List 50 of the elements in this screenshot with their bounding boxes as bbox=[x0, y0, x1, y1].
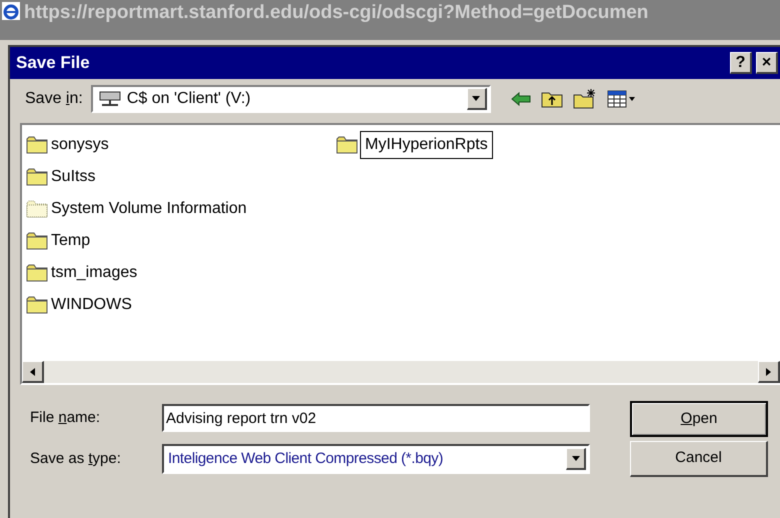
file-item[interactable]: sonysys bbox=[26, 129, 316, 161]
save-in-value: C$ on 'Client' (V:) bbox=[126, 89, 251, 109]
save-in-dropdown[interactable]: C$ on 'Client' (V:) bbox=[90, 85, 491, 113]
save-as-type-dropdown[interactable]: Inteligence Web Client Compressed (*.bqy) bbox=[162, 444, 590, 474]
up-folder-icon[interactable] bbox=[540, 90, 563, 108]
right-arrow-icon bbox=[766, 368, 771, 376]
file-name-label: File name: bbox=[30, 408, 100, 426]
dropdown-button[interactable] bbox=[466, 88, 487, 110]
file-name: sonysys bbox=[50, 135, 110, 155]
file-name: System Volume Information bbox=[50, 199, 248, 219]
file-item[interactable]: System Volume Information bbox=[26, 193, 316, 225]
save-in-label: Save in: bbox=[25, 89, 83, 109]
folder-icon bbox=[26, 136, 48, 154]
file-name: SuItss bbox=[50, 167, 96, 187]
browser-icon bbox=[2, 2, 20, 20]
dropdown-button[interactable] bbox=[566, 448, 586, 470]
file-item[interactable]: tsm_images bbox=[26, 257, 316, 289]
file-name: tsm_images bbox=[50, 263, 138, 283]
file-item[interactable]: SuItss bbox=[26, 161, 316, 193]
file-item[interactable]: WINDOWS bbox=[26, 289, 316, 321]
network-drive-icon bbox=[98, 90, 121, 108]
file-name: WINDOWS bbox=[50, 295, 133, 315]
save-as-type-value: Inteligence Web Client Compressed (*.bqy) bbox=[168, 448, 444, 469]
horizontal-scrollbar[interactable] bbox=[22, 361, 780, 383]
folder-icon bbox=[26, 232, 48, 250]
file-name-field[interactable]: Advising report trn v02 bbox=[162, 404, 590, 432]
view-menu-icon[interactable] bbox=[606, 90, 635, 108]
dialog-title: Save File bbox=[16, 52, 90, 74]
folder-icon bbox=[26, 296, 48, 314]
help-button[interactable]: ? bbox=[730, 52, 752, 74]
folder-icon bbox=[26, 168, 48, 186]
folder-icon bbox=[26, 200, 48, 218]
save-as-type-label: Save as type: bbox=[30, 450, 121, 467]
scroll-right-button[interactable] bbox=[758, 361, 780, 383]
folder-icon bbox=[336, 136, 358, 154]
cancel-button[interactable]: Cancel bbox=[630, 441, 768, 477]
scroll-left-button[interactable] bbox=[22, 361, 44, 383]
file-item[interactable]: MyIHyperionRpts bbox=[336, 129, 493, 161]
caret-icon bbox=[572, 456, 580, 461]
window-title: https://reportmart.stanford.edu/ods-cgi/odscgi?Method=getDocumen bbox=[24, 2, 648, 24]
close-button[interactable]: × bbox=[756, 52, 778, 74]
folder-icon bbox=[26, 264, 48, 282]
file-item[interactable]: Temp bbox=[26, 225, 316, 257]
open-button[interactable]: Open bbox=[630, 401, 768, 437]
new-folder-icon[interactable] bbox=[572, 89, 597, 109]
file-name: Temp bbox=[50, 231, 92, 251]
back-arrow-icon[interactable] bbox=[510, 92, 531, 106]
file-name: MyIHyperionRpts bbox=[360, 131, 493, 159]
left-arrow-icon bbox=[30, 368, 35, 376]
caret-icon bbox=[472, 96, 480, 101]
